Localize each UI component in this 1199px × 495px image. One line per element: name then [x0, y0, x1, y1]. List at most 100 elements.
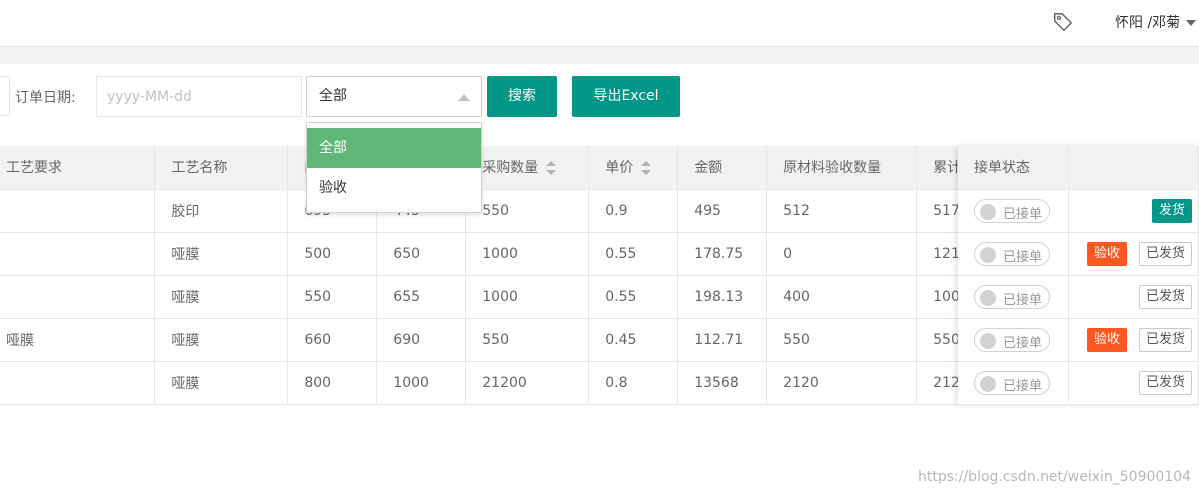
- switch-knob: [980, 332, 996, 349]
- sort-icon[interactable]: [641, 161, 652, 176]
- column-header[interactable]: 原材料验收数量: [766, 146, 918, 190]
- user-menu[interactable]: 怀阳 /邓菊: [1115, 12, 1197, 32]
- column-header-label: 单价: [605, 160, 634, 177]
- table-cell: 0: [766, 232, 918, 276]
- chevron-up-icon: [458, 94, 470, 101]
- status-select[interactable]: 全部: [306, 76, 482, 117]
- table-cell: 198.13: [677, 275, 768, 319]
- table-cell: 690: [376, 318, 467, 362]
- actions-cell: 已发货: [1068, 275, 1199, 319]
- table-cell: 800: [287, 361, 378, 405]
- table-row[interactable]: 已接单 验收 已发货: [958, 318, 1199, 362]
- status-select-value: 全部: [319, 88, 347, 104]
- actions-cell: 验收 已发货: [1068, 318, 1199, 362]
- fixed-right-table: 接单状态 已接单 发货 已接单 验收 已发货 已接单 已发货 已接单 验收 已发货 已接单 已发货: [958, 146, 1199, 405]
- table-cell: 550: [465, 189, 590, 233]
- switch-knob: [980, 289, 996, 306]
- switch-knob: [980, 203, 996, 220]
- table-cell: [0, 189, 156, 233]
- inspect-button[interactable]: 验收: [1086, 327, 1127, 352]
- ship-button[interactable]: 发货: [1151, 198, 1192, 223]
- status-dropdown: 全部 验收: [306, 122, 482, 213]
- table-cell: [0, 232, 156, 276]
- actions-cell: 发货: [1068, 189, 1199, 233]
- order-date-label: 订单日期:: [15, 90, 76, 106]
- table-cell: 哑膜: [154, 275, 289, 319]
- accept-order-switch[interactable]: 已接单: [974, 284, 1050, 309]
- status-cell: 已接单: [958, 361, 1070, 405]
- accept-order-switch[interactable]: 已接单: [974, 241, 1050, 266]
- table-cell: 哑膜: [154, 318, 289, 362]
- table-cell: 500: [287, 232, 378, 276]
- column-header-sortable[interactable]: 单价: [588, 146, 679, 190]
- user-name: 怀阳 /邓菊: [1115, 15, 1181, 31]
- table-cell: [0, 275, 156, 319]
- table-cell: 0.8: [588, 361, 679, 405]
- sort-icon[interactable]: [546, 161, 557, 176]
- status-option-all[interactable]: 全部: [307, 128, 481, 168]
- table-cell: 112.71: [677, 318, 768, 362]
- ship-button[interactable]: 已发货: [1138, 241, 1192, 266]
- previous-filter-input[interactable]: [0, 76, 10, 116]
- status-cell: 已接单: [958, 232, 1070, 276]
- table-cell: 650: [376, 232, 467, 276]
- table-header-row: 接单状态: [958, 146, 1199, 190]
- table-cell: 哑膜: [154, 232, 289, 276]
- status-cell: 已接单: [958, 275, 1070, 319]
- table-cell: 1000: [465, 232, 590, 276]
- table-row[interactable]: 已接单 已发货: [958, 361, 1199, 405]
- column-header-label: 采购数量: [482, 160, 539, 177]
- table-cell: 550: [287, 275, 378, 319]
- ship-button[interactable]: 已发货: [1138, 370, 1192, 395]
- table-cell: 哑膜: [154, 361, 289, 405]
- table-cell: 655: [376, 275, 467, 319]
- column-header[interactable]: 工艺名称: [154, 146, 289, 190]
- switch-knob: [980, 375, 996, 392]
- table-cell: 1000: [376, 361, 467, 405]
- table-cell: 胶印: [154, 189, 289, 233]
- column-header-actions: [1068, 146, 1199, 190]
- table-cell: 0.9: [588, 189, 679, 233]
- table-cell: 0.45: [588, 318, 679, 362]
- status-option-inspect[interactable]: 验收: [307, 168, 481, 208]
- actions-cell: 已发货: [1068, 361, 1199, 405]
- ship-button[interactable]: 已发货: [1138, 284, 1192, 309]
- table-cell: 13568: [677, 361, 768, 405]
- table-cell: 550: [465, 318, 590, 362]
- table-cell: 400: [766, 275, 918, 319]
- order-date-input[interactable]: [96, 76, 302, 117]
- column-header-sortable[interactable]: 采购数量: [465, 146, 590, 190]
- table-cell: 21200: [465, 361, 590, 405]
- top-bar: 怀阳 /邓菊: [0, 0, 1199, 47]
- export-excel-button[interactable]: 导出Excel: [572, 76, 680, 117]
- table-cell: 1000: [465, 275, 590, 319]
- accept-order-switch[interactable]: 已接单: [974, 198, 1050, 223]
- table-cell: 660: [287, 318, 378, 362]
- column-header[interactable]: 工艺要求: [0, 146, 156, 190]
- tag-icon[interactable]: [1052, 11, 1074, 33]
- table-cell: 512: [766, 189, 918, 233]
- accept-order-switch[interactable]: 已接单: [974, 327, 1050, 352]
- table-cell: 2120: [766, 361, 918, 405]
- actions-cell: 验收 已发货: [1068, 232, 1199, 276]
- column-header[interactable]: 金额: [677, 146, 768, 190]
- watermark: https://blog.csdn.net/weixin_50900104: [918, 469, 1192, 485]
- status-cell: 已接单: [958, 189, 1070, 233]
- table-cell: 0.55: [588, 232, 679, 276]
- inspect-button[interactable]: 验收: [1086, 241, 1127, 266]
- switch-label: 已接单: [1003, 249, 1043, 265]
- table-cell: 550: [766, 318, 918, 362]
- switch-label: 已接单: [1003, 335, 1043, 351]
- table-cell: 178.75: [677, 232, 768, 276]
- column-header-status[interactable]: 接单状态: [958, 146, 1070, 190]
- search-button[interactable]: 搜索: [487, 76, 557, 117]
- table-cell: 哑膜: [0, 318, 156, 362]
- switch-knob: [980, 246, 996, 263]
- accept-order-switch[interactable]: 已接单: [974, 370, 1050, 395]
- switch-label: 已接单: [1003, 206, 1043, 222]
- table-row[interactable]: 已接单 发货: [958, 189, 1199, 233]
- ship-button[interactable]: 已发货: [1138, 327, 1192, 352]
- table-cell: 0.55: [588, 275, 679, 319]
- table-row[interactable]: 已接单 已发货: [958, 275, 1199, 319]
- table-row[interactable]: 已接单 验收 已发货: [958, 232, 1199, 276]
